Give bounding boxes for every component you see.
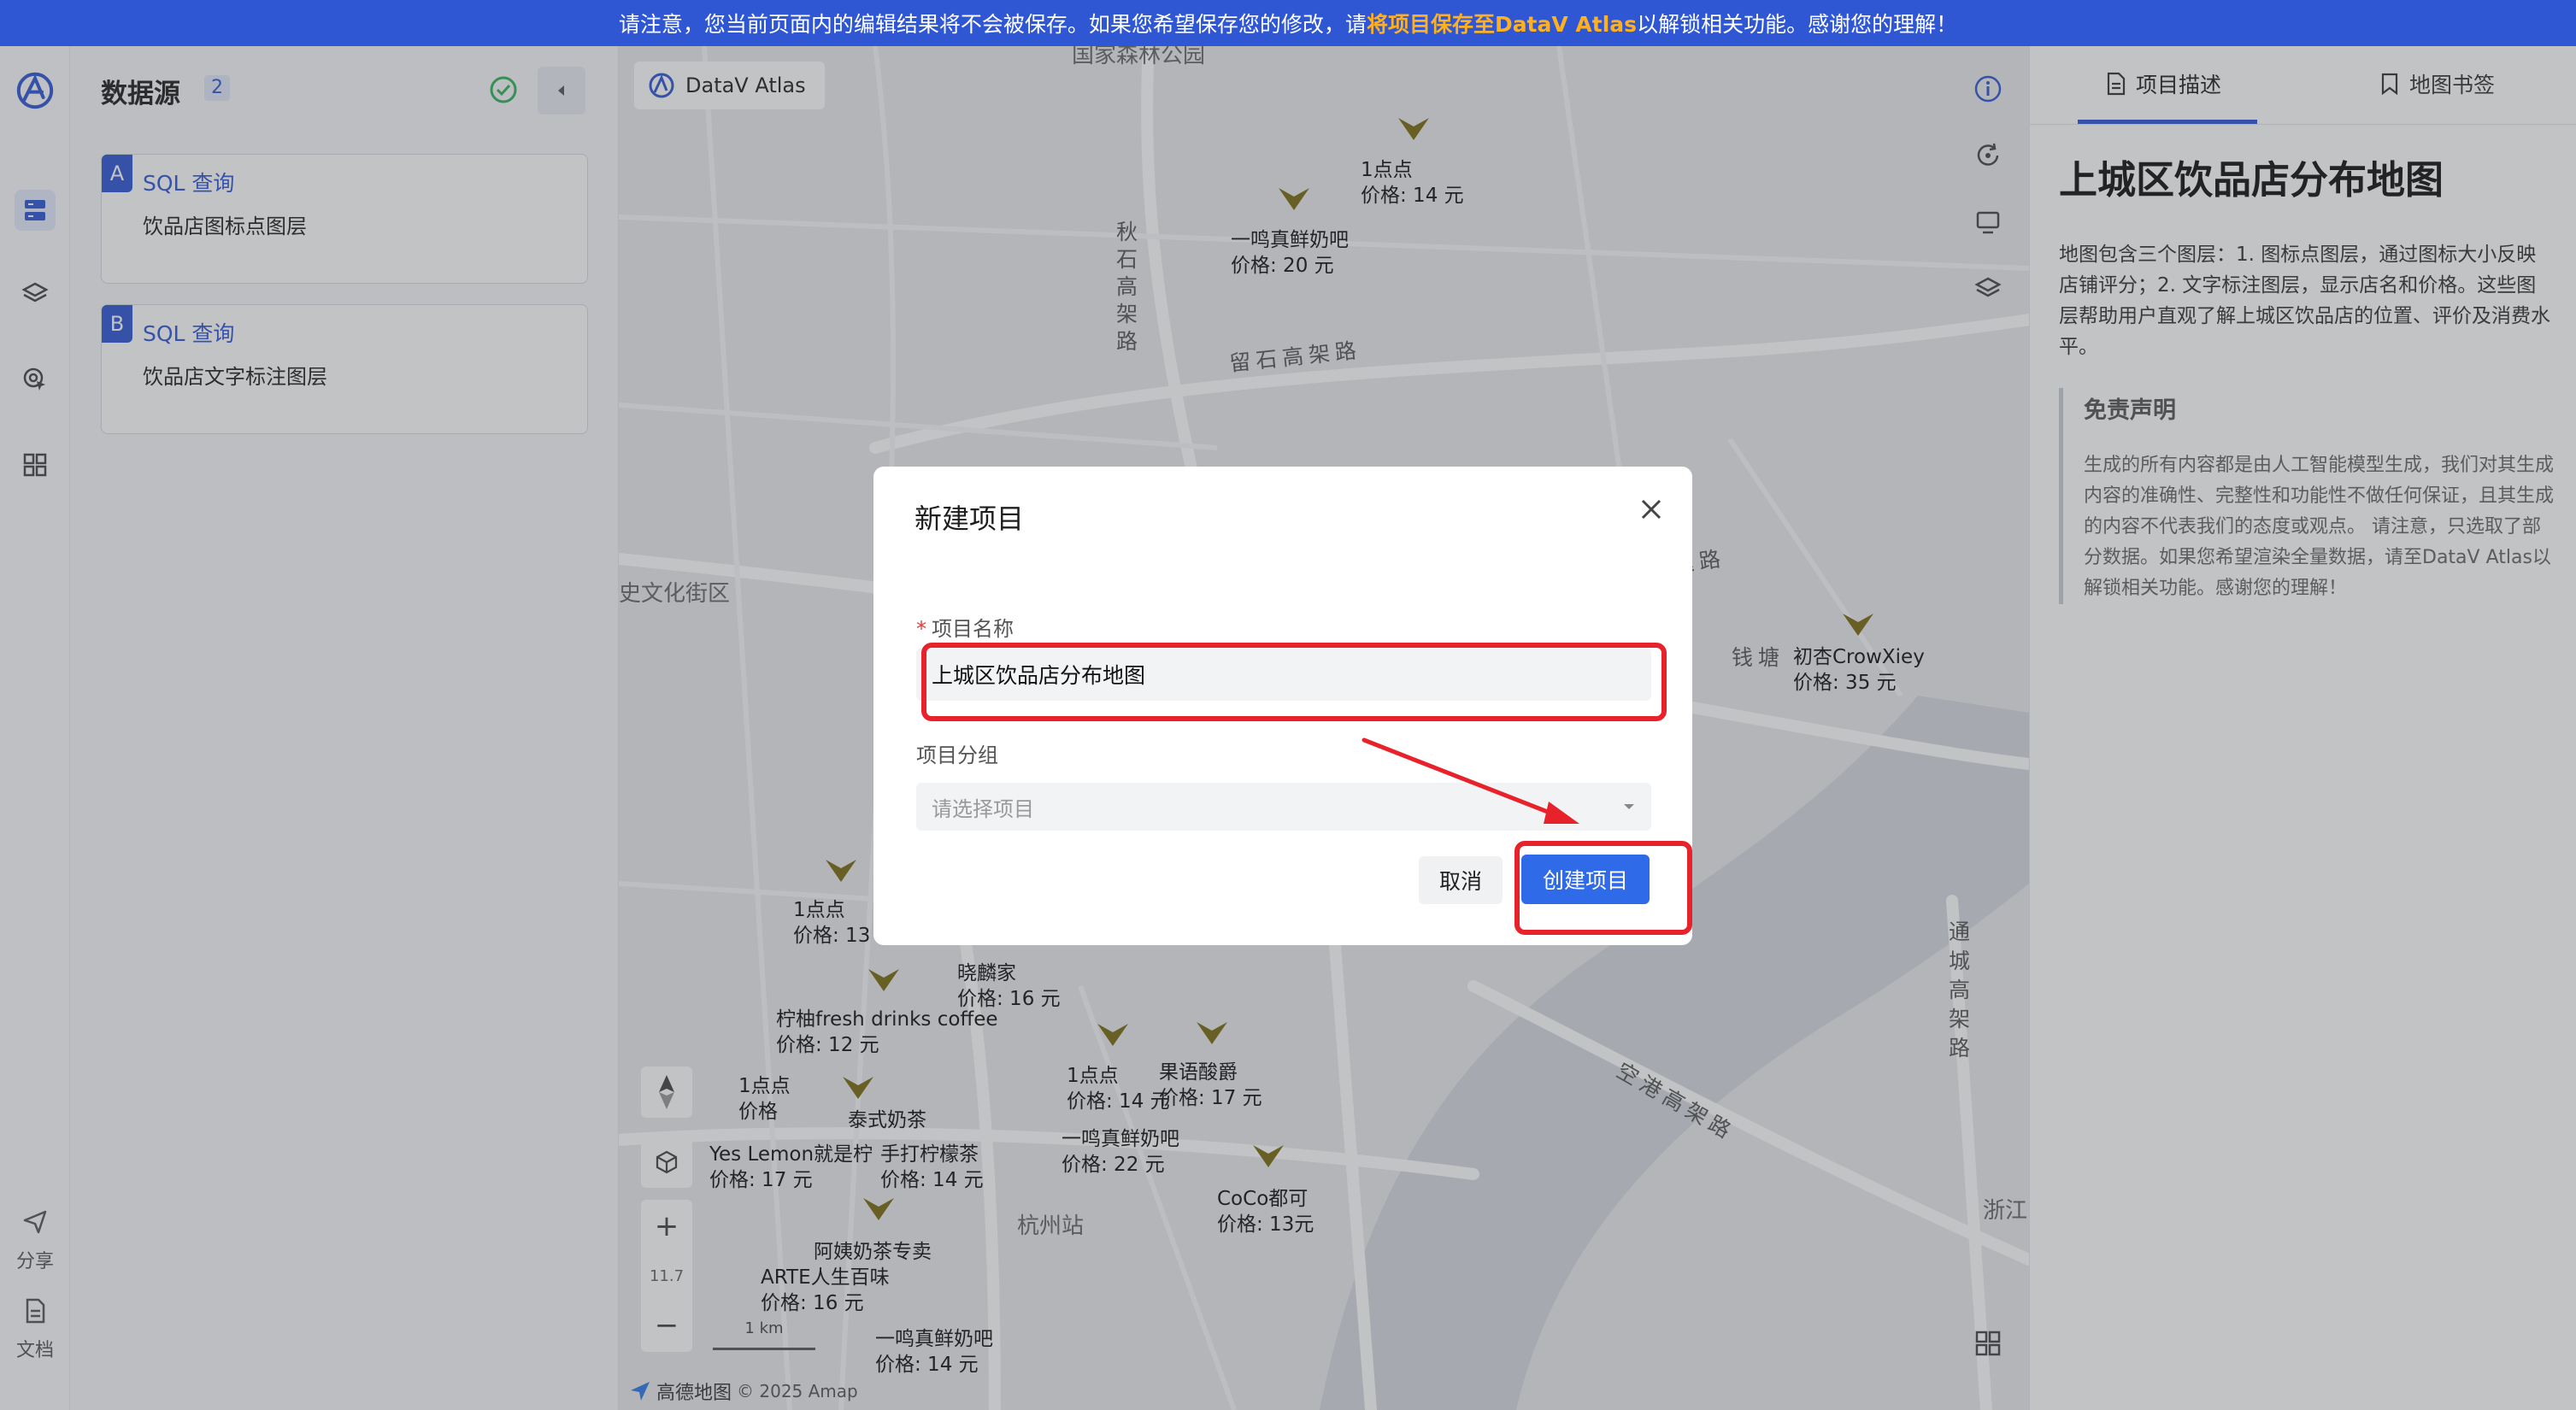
project-group-placeholder: 请选择项目 xyxy=(932,796,1034,821)
required-mark: * xyxy=(916,617,926,641)
dialog-title: 新建项目 xyxy=(915,502,1025,535)
project-name-label: * 项目名称 xyxy=(916,612,1014,642)
annotation-arrow-icon xyxy=(1362,737,1579,824)
banner-text-prefix: 请注意，您当前页面内的编辑结果将不会被保存。如果您希望保存您的修改，请 xyxy=(618,12,1367,37)
cancel-button[interactable]: 取消 xyxy=(1419,856,1503,904)
close-button[interactable] xyxy=(1634,492,1668,526)
project-group-label: 项目分组 xyxy=(916,743,998,767)
save-warning-banner: 请注意，您当前页面内的编辑结果将不会被保存。如果您希望保存您的修改，请 将项目保存… xyxy=(0,0,2576,46)
close-icon xyxy=(1641,499,1661,520)
banner-text-suffix: 以解锁相关功能。感谢您的理解！ xyxy=(1637,12,1958,37)
highlight-box-create-button xyxy=(1514,841,1692,935)
chevron-down-icon xyxy=(1624,804,1634,809)
save-to-atlas-link[interactable]: 将项目保存至DataV Atlas xyxy=(1367,8,1637,38)
highlight-box-name-input xyxy=(921,643,1667,721)
project-name-label-text: 项目名称 xyxy=(932,617,1014,641)
